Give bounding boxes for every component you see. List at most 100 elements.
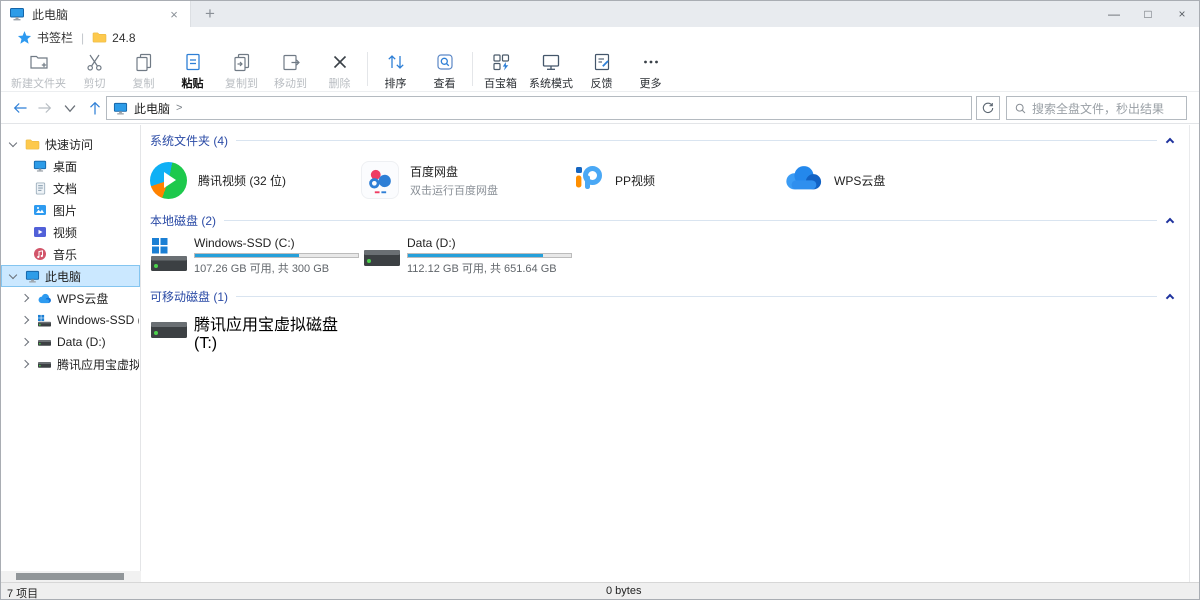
toolbox-button[interactable]: 百宝箱	[476, 48, 525, 91]
disk-usage-fill	[195, 254, 299, 257]
drive-item-t[interactable]: 腾讯应用宝虚拟磁盘 (T:)	[150, 314, 363, 350]
breadcrumb-chevron[interactable]: >	[176, 102, 182, 114]
chevron-right-icon[interactable]	[21, 294, 29, 302]
app-item-baidu-netdisk[interactable]: 百度网盘 双击运行百度网盘	[361, 158, 572, 202]
chevron-right-icon[interactable]	[21, 338, 29, 346]
items-count: 7 项目	[7, 585, 38, 600]
search-input[interactable]: 搜索全盘文件，秒出结果	[1006, 96, 1187, 120]
breadcrumb[interactable]: 此电脑	[134, 100, 170, 117]
app-item-tencent-video[interactable]: 腾讯视频 (32 位)	[150, 158, 361, 202]
move-to-button[interactable]: 移动到	[266, 48, 315, 91]
tab-close-icon[interactable]: ×	[166, 7, 182, 22]
view-button[interactable]: 查看	[420, 48, 469, 91]
cloud-icon	[36, 293, 52, 304]
bookmarks-toggle[interactable]: 书签栏	[17, 29, 73, 46]
sidebar-item-videos[interactable]: 视频	[1, 221, 140, 243]
sidebar-horizontal-scrollbar[interactable]	[1, 571, 141, 582]
sidebar-item-quick-access[interactable]: 快速访问	[1, 133, 140, 155]
sidebar: 快速访问 桌面 文档 图片	[1, 125, 141, 571]
app-item-pp-video[interactable]: PP视频	[572, 158, 783, 202]
cut-button[interactable]: 剪切	[70, 48, 119, 91]
paste-button[interactable]: 粘贴	[168, 48, 217, 91]
sidebar-item-drive-d[interactable]: Data (D:)	[1, 331, 140, 353]
refresh-button[interactable]	[976, 96, 1000, 120]
tool-label: 反馈	[591, 75, 613, 91]
copy-icon	[133, 51, 155, 73]
sidebar-item-drive-t[interactable]: 腾讯应用宝虚拟磁盘 (T:)	[1, 353, 140, 375]
sidebar-item-pictures[interactable]: 图片	[1, 199, 140, 221]
scrollbar-thumb[interactable]	[16, 573, 124, 580]
more-button[interactable]: 更多	[626, 48, 675, 91]
tool-label: 新建文件夹	[11, 75, 66, 91]
drive-windows-icon	[36, 314, 52, 327]
maximize-button[interactable]: □	[1131, 1, 1165, 27]
nav-history-chevron-button[interactable]	[61, 99, 79, 117]
drive-icon	[36, 358, 52, 371]
main-area: 快速访问 桌面 文档 图片	[1, 125, 1199, 582]
bookmark-folder-24-8[interactable]: 24.8	[92, 31, 135, 45]
copy-button[interactable]: 复制	[119, 48, 168, 91]
sidebar-item-documents[interactable]: 文档	[1, 177, 140, 199]
chevron-right-icon[interactable]	[21, 316, 29, 324]
sidebar-item-drive-c[interactable]: Windows-SSD (C:)	[1, 309, 140, 331]
sort-arrows-icon	[385, 51, 407, 73]
folder-icon	[92, 31, 107, 44]
wps-cloud-icon	[783, 164, 823, 196]
app-item-wps-cloud[interactable]: WPS云盘	[783, 158, 994, 202]
tab-bar: 此电脑 × + — □ ×	[1, 1, 1199, 27]
tool-label: 系统模式	[529, 75, 573, 91]
collapse-caret-icon[interactable]	[1166, 137, 1174, 145]
baidu-netdisk-icon	[361, 161, 399, 199]
drive-name: Windows-SSD (C:)	[194, 236, 359, 250]
app-subtitle: 双击运行百度网盘	[410, 182, 498, 198]
feedback-button[interactable]: 反馈	[577, 48, 626, 91]
drive-item-c[interactable]: Windows-SSD (C:) 107.26 GB 可用, 共 300 GB	[150, 236, 363, 276]
tab-this-pc[interactable]: 此电脑 ×	[1, 1, 191, 27]
drive-name: Data (D:)	[407, 236, 572, 250]
selection-size: 0 bytes	[606, 585, 641, 597]
tool-label: 排序	[385, 75, 407, 91]
bookmarks-bar: 书签栏 | 24.8	[1, 27, 1199, 48]
sidebar-item-this-pc[interactable]: 此电脑	[1, 265, 140, 287]
collapse-caret-icon[interactable]	[1166, 217, 1174, 225]
sort-button[interactable]: 排序	[371, 48, 420, 91]
refresh-icon	[981, 101, 995, 115]
collapse-caret-icon[interactable]	[1166, 293, 1174, 301]
delete-button[interactable]: 删除	[315, 48, 364, 91]
sidebar-item-label: 桌面	[53, 158, 77, 175]
sidebar-item-wps-cloud[interactable]: WPS云盘	[1, 287, 140, 309]
close-button[interactable]: ×	[1165, 1, 1199, 27]
music-icon	[32, 247, 48, 261]
search-placeholder: 搜索全盘文件，秒出结果	[1032, 100, 1164, 117]
nav-forward-button[interactable]	[36, 99, 54, 117]
nav-back-button[interactable]	[11, 99, 29, 117]
pp-video-icon	[572, 162, 604, 199]
tool-label: 剪切	[84, 75, 106, 91]
system-mode-button[interactable]: 系统模式	[525, 48, 577, 91]
paste-icon	[182, 51, 204, 73]
section-header-removable-disks[interactable]: 可移动磁盘 (1)	[150, 287, 1173, 305]
nav-up-button[interactable]	[86, 99, 104, 117]
section-header-system-folders[interactable]: 系统文件夹 (4)	[150, 131, 1173, 149]
app-name: 百度网盘	[410, 163, 498, 180]
new-tab-button[interactable]: +	[195, 1, 225, 27]
drive-usage-text: 107.26 GB 可用, 共 300 GB	[194, 260, 359, 276]
section-title: 可移动磁盘 (1)	[150, 288, 228, 305]
sidebar-item-music[interactable]: 音乐	[1, 243, 140, 265]
copy-to-button[interactable]: 复制到	[217, 48, 266, 91]
sidebar-item-desktop[interactable]: 桌面	[1, 155, 140, 177]
address-bar[interactable]: 此电脑 >	[106, 96, 972, 120]
chevron-down-icon[interactable]	[9, 270, 17, 278]
new-folder-button[interactable]: 新建文件夹	[7, 48, 70, 91]
drive-name: 腾讯应用宝虚拟磁盘 (T:)	[194, 311, 363, 353]
minimize-button[interactable]: —	[1097, 1, 1131, 27]
chevron-down-icon[interactable]	[9, 138, 17, 146]
sidebar-item-label: 文档	[53, 180, 77, 197]
disk-usage-fill	[408, 254, 543, 257]
drive-item-d[interactable]: Data (D:) 112.12 GB 可用, 共 651.64 GB	[363, 236, 576, 276]
drive-t-icon	[150, 319, 188, 346]
sidebar-item-label: 此电脑	[45, 268, 81, 285]
view-magnifier-icon	[434, 51, 456, 73]
chevron-right-icon[interactable]	[21, 360, 29, 368]
section-header-local-disks[interactable]: 本地磁盘 (2)	[150, 211, 1173, 229]
